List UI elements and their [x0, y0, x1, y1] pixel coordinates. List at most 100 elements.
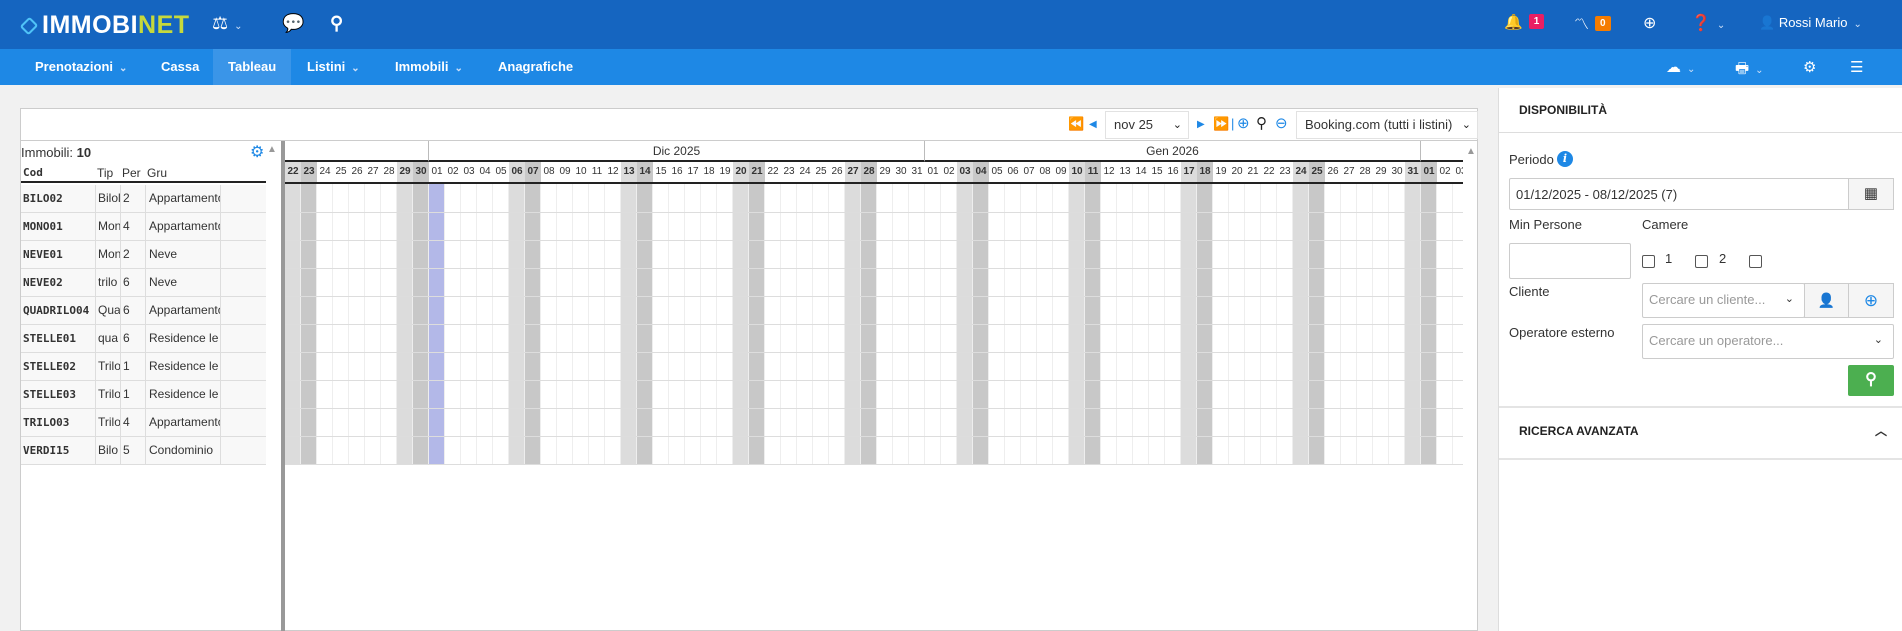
day-header[interactable]: 08 [1037, 162, 1053, 184]
day-header[interactable]: 12 [1101, 162, 1117, 184]
table-row[interactable]: NEVE01 Mon 2 Neve [21, 241, 266, 269]
calendar-button[interactable]: ▦ [1848, 178, 1894, 210]
day-header[interactable]: 08 [541, 162, 557, 184]
day-header[interactable]: 05 [989, 162, 1005, 184]
day-header[interactable]: 04 [477, 162, 493, 184]
day-header[interactable]: 07 [525, 162, 541, 184]
next-icon[interactable]: ▶ [1197, 119, 1205, 130]
header-cod[interactable]: Cod [23, 166, 43, 179]
fast-forward-icon[interactable]: ⏩ [1213, 116, 1229, 132]
zoom-reset-icon[interactable]: ⚲ [1256, 114, 1267, 132]
add-client-button[interactable]: ⊕ [1848, 283, 1894, 318]
table-row[interactable]: STELLE02 Trilo 1 Residence le [21, 353, 266, 381]
scroll-up-icon[interactable]: ▲ [1466, 146, 1476, 157]
day-header[interactable]: 18 [701, 162, 717, 184]
gear-icon[interactable]: ⚙ [250, 142, 264, 162]
cliente-select[interactable]: Cercare un cliente... ⌄ [1642, 283, 1805, 318]
day-header[interactable]: 29 [1373, 162, 1389, 184]
table-row[interactable]: VERDI15 Bilo 5 Condominio [21, 437, 266, 465]
day-header[interactable]: 01 [925, 162, 941, 184]
zoom-in-icon[interactable]: ⊕ [1237, 114, 1250, 132]
day-header[interactable]: 14 [1133, 162, 1149, 184]
day-header[interactable]: 11 [1085, 162, 1101, 184]
nav-prenotazioni[interactable]: Prenotazioni ⌄ [21, 49, 141, 85]
table-row[interactable]: STELLE03 Trilo 1 Residence le [21, 381, 266, 409]
day-header[interactable]: 15 [1149, 162, 1165, 184]
day-header[interactable]: 02 [445, 162, 461, 184]
user-menu[interactable]: 👤 Rossi Mario ⌄ [1759, 15, 1862, 31]
day-header[interactable]: 09 [557, 162, 573, 184]
day-header[interactable]: 24 [317, 162, 333, 184]
day-header[interactable]: 10 [1069, 162, 1085, 184]
day-header[interactable]: 15 [653, 162, 669, 184]
day-header[interactable]: 31 [909, 162, 925, 184]
day-header[interactable]: 28 [381, 162, 397, 184]
pricelist-select[interactable]: Booking.com (tutti i listini) ⌄ [1296, 111, 1478, 139]
chevron-up-icon[interactable]: ︿ [1875, 422, 1887, 439]
day-header[interactable]: 17 [685, 162, 701, 184]
operatore-select[interactable]: Cercare un operatore... ⌄ [1642, 324, 1894, 359]
day-header[interactable]: 27 [1341, 162, 1357, 184]
day-header[interactable]: 29 [877, 162, 893, 184]
day-header[interactable]: 06 [1005, 162, 1021, 184]
day-header[interactable]: 26 [829, 162, 845, 184]
advanced-search-title[interactable]: RICERCA AVANZATA [1519, 424, 1639, 438]
print-icon[interactable]: 🖶 ⌄ [1735, 58, 1764, 83]
header-tip[interactable]: Tip [97, 166, 113, 180]
day-header[interactable]: 25 [1309, 162, 1325, 184]
day-header[interactable]: 20 [1229, 162, 1245, 184]
select-client-button[interactable]: 👤 [1804, 283, 1849, 318]
day-header[interactable]: 02 [941, 162, 957, 184]
day-header[interactable]: 29 [397, 162, 413, 184]
cloud-icon[interactable]: ☁ ⌄ [1666, 58, 1695, 76]
day-header[interactable]: 10 [573, 162, 589, 184]
day-header[interactable]: 28 [1357, 162, 1373, 184]
day-header[interactable]: 16 [1165, 162, 1181, 184]
prev-icon[interactable]: ◀ [1089, 119, 1097, 130]
day-header[interactable]: 17 [1181, 162, 1197, 184]
chat-icon[interactable]: 💬 [282, 13, 304, 34]
day-header[interactable]: 30 [1389, 162, 1405, 184]
day-header[interactable]: 06 [509, 162, 525, 184]
day-header[interactable]: 09 [1053, 162, 1069, 184]
day-header[interactable]: 05 [493, 162, 509, 184]
table-row[interactable]: TRILO03 Trilo 4 Appartamento [21, 409, 266, 437]
min-persone-input[interactable] [1509, 243, 1631, 279]
nav-cassa[interactable]: Cassa [147, 49, 213, 85]
table-row[interactable]: BILO02 Bilol 2 Appartamento [21, 185, 266, 213]
help-button[interactable]: ❓ ⌄ [1691, 13, 1725, 33]
day-header[interactable]: 13 [621, 162, 637, 184]
day-header[interactable]: 30 [893, 162, 909, 184]
notifications-button[interactable]: 🔔 1 [1504, 13, 1545, 31]
info-icon[interactable]: i [1557, 151, 1573, 167]
settings-gears-icon[interactable]: ⚙ [1803, 58, 1816, 76]
fast-backward-icon[interactable]: ⏪ [1068, 116, 1084, 132]
camere-checkbox-1[interactable] [1642, 255, 1655, 268]
day-header[interactable]: 12 [605, 162, 621, 184]
day-header[interactable]: 23 [301, 162, 317, 184]
day-header[interactable]: 11 [589, 162, 605, 184]
day-header[interactable]: 22 [765, 162, 781, 184]
nav-anagrafiche[interactable]: Anagrafiche [484, 49, 587, 85]
day-header[interactable]: 03 [461, 162, 477, 184]
day-header[interactable]: 24 [797, 162, 813, 184]
table-row[interactable]: QUADRILO04 Qua 6 Appartamento [21, 297, 266, 325]
day-header[interactable]: 23 [781, 162, 797, 184]
camere-checkbox-3[interactable] [1749, 255, 1762, 268]
day-header[interactable]: 16 [669, 162, 685, 184]
indent-menu-icon[interactable]: ☰ [1850, 58, 1863, 76]
day-header[interactable]: 31 [1405, 162, 1421, 184]
day-header[interactable]: 19 [717, 162, 733, 184]
day-header[interactable]: 21 [1245, 162, 1261, 184]
scroll-up-icon[interactable]: ▲ [267, 144, 277, 155]
day-header[interactable]: 13 [1117, 162, 1133, 184]
lifebuoy-icon[interactable]: ⊕ [1643, 13, 1656, 33]
day-header[interactable]: 27 [365, 162, 381, 184]
day-header[interactable]: 30 [413, 162, 429, 184]
balance-scale-icon[interactable]: ⚖ ⌄ [212, 13, 243, 34]
day-header[interactable]: 26 [1325, 162, 1341, 184]
month-select[interactable]: nov 25 ⌄ [1105, 111, 1189, 139]
logo[interactable]: IMMOBI NET [19, 11, 190, 40]
day-header[interactable]: 27 [845, 162, 861, 184]
day-header[interactable]: 22 [1261, 162, 1277, 184]
